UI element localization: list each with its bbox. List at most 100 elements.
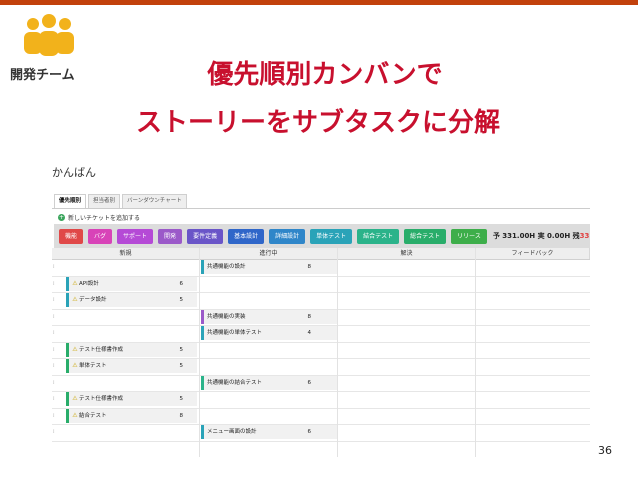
ticket-name: 共通機能の実装 — [207, 313, 246, 320]
ticket-name: 共通機能の設計 — [207, 264, 246, 270]
kanban-page-title: かんばん — [52, 166, 96, 179]
ticket-card[interactable]: ⚠ テスト仕様書作成 5 — [66, 342, 197, 357]
kanban-board: 新規 進行中 解決 フィードバック ⁞ 共通機能の設計 8 ⁞ ⚠ API設計 6 ⁞ ⚠ データ設計 5… — [52, 248, 590, 442]
board-row: ⁞ ⚠ データ設計 5 — [52, 293, 590, 310]
planned-hours: 予 331.00H — [492, 232, 536, 240]
filter-button[interactable]: リリース — [451, 228, 487, 244]
drag-handle-icon[interactable]: ⁞ — [53, 330, 55, 336]
filter-button[interactable]: 総合テスト — [404, 228, 447, 244]
ticket-name: 共通機能の単体テスト — [207, 330, 263, 336]
team-label: 開発チーム — [10, 68, 75, 83]
ticket-card[interactable]: 共通機能の実装 8 — [201, 309, 338, 324]
ticket-card[interactable]: ⚠ データ設計 5 — [66, 293, 197, 307]
ticket-points: 6 — [307, 429, 312, 435]
board-row: ⁞ ⚠ テスト仕様書作成 5 — [52, 392, 590, 409]
warning-icon: ⚠ — [72, 362, 78, 369]
board-rows: ⁞ 共通機能の設計 8 ⁞ ⚠ API設計 6 ⁞ ⚠ データ設計 5 ⁞ 共通機能の実装 8 ⁞ 共通機能の… — [52, 260, 590, 442]
actual-hours: 実 0.00H — [537, 232, 571, 240]
ticket-points: 5 — [179, 346, 184, 353]
add-ticket-link[interactable]: + 新しいチケットを追加する — [58, 213, 140, 222]
ticket-card[interactable]: ⚠ 単体テスト 5 — [66, 359, 197, 373]
board-row: ⁞ 共通機能の設計 8 — [52, 260, 590, 277]
drag-handle-icon[interactable]: ⁞ — [53, 281, 55, 287]
drag-handle-icon[interactable]: ⁞ — [53, 297, 55, 303]
column-divider — [475, 248, 476, 457]
plus-icon: + — [58, 214, 65, 221]
ticket-card[interactable]: ⚠ テスト仕様書作成 5 — [66, 392, 197, 406]
ticket-points: 5 — [179, 297, 184, 303]
remaining-hours: 33 — [579, 232, 590, 240]
filter-button[interactable]: バグ — [88, 228, 113, 244]
ticket-points: 6 — [179, 280, 184, 287]
ticket-card[interactable]: 共通機能の結合テスト 6 — [201, 375, 338, 390]
ticket-name: テスト仕様書作成 — [79, 346, 124, 353]
warning-icon: ⚠ — [72, 411, 78, 419]
team-logo: 開発チーム — [10, 14, 90, 84]
kanban-screenshot: かんばん 優先順別 担当者別 バーンダウンチャート + 新しいチケットを追加する… — [52, 152, 590, 457]
hours-summary: 予 331.00H 実 0.00H 残33 — [493, 231, 590, 241]
ticket-points: 8 — [307, 264, 312, 270]
drag-handle-icon[interactable]: ⁞ — [53, 314, 55, 320]
ticket-name: データ設計 — [79, 297, 107, 303]
drag-handle-icon[interactable]: ⁞ — [53, 347, 55, 353]
slide-top-accent-bar — [0, 0, 638, 5]
ticket-points: 8 — [307, 313, 312, 320]
filter-button[interactable]: 結合テスト — [357, 228, 400, 244]
filter-button[interactable]: 基本設計 — [228, 228, 265, 244]
ticket-name: API設計 — [79, 280, 99, 287]
drag-handle-icon[interactable]: ⁞ — [53, 264, 55, 270]
tracker-filter-toolbar: 機能 バグ サポート 開発 要件定義 基本設計 詳細設計 単体テスト 結合テスト 総合テスト リリー… — [54, 224, 590, 248]
slide-title-line1: 優先順別カンバンで — [207, 60, 443, 90]
tab-burndown[interactable]: バーンダウンチャート — [122, 194, 187, 208]
board-row: ⁞ ⚠ 単体テスト 5 — [52, 359, 590, 376]
remaining-label: 残 — [572, 232, 580, 240]
ticket-points: 6 — [307, 379, 312, 386]
column-header: 新規 — [52, 248, 200, 259]
column-header: 解決 — [338, 248, 476, 259]
board-row: ⁞ ⚠ API設計 6 — [52, 276, 590, 293]
drag-handle-icon[interactable]: ⁞ — [53, 429, 55, 435]
column-headers: 新規 進行中 解決 フィードバック — [52, 248, 590, 260]
ticket-points: 8 — [179, 412, 184, 419]
board-row: ⁞ メニュー画面の設計 6 — [52, 425, 590, 442]
filter-button[interactable]: 機能 — [59, 228, 84, 244]
ticket-card[interactable]: 共通機能の設計 8 — [201, 260, 338, 274]
filter-button[interactable]: 詳細設計 — [269, 228, 306, 244]
drag-handle-icon[interactable]: ⁞ — [53, 363, 55, 369]
board-row: ⁞ 共通機能の結合テスト 6 — [52, 375, 590, 392]
ticket-points: 5 — [179, 363, 184, 369]
board-row: ⁞ ⚠ 結合テスト 8 — [52, 408, 590, 425]
board-row: ⁞ ⚠ テスト仕様書作成 5 — [52, 342, 590, 359]
column-divider — [199, 248, 200, 457]
tab-divider — [52, 208, 590, 209]
filter-button[interactable]: サポート — [117, 228, 154, 244]
warning-icon: ⚠ — [72, 345, 78, 353]
drag-handle-icon[interactable]: ⁞ — [53, 413, 55, 419]
ticket-points: 4 — [307, 330, 312, 336]
slide-title-line2: ストーリーをサブタスクに分解 — [135, 108, 500, 138]
filter-button[interactable]: 要件定義 — [187, 228, 224, 244]
drag-handle-icon[interactable]: ⁞ — [53, 380, 55, 386]
warning-icon: ⚠ — [72, 279, 78, 287]
column-header: フィードバック — [476, 248, 590, 259]
board-row: ⁞ 共通機能の単体テスト 4 — [52, 326, 590, 343]
ticket-card[interactable]: 共通機能の単体テスト 4 — [201, 326, 338, 340]
filter-button[interactable]: 単体テスト — [310, 228, 353, 244]
warning-icon: ⚠ — [72, 296, 78, 303]
tab-priority[interactable]: 優先順別 — [54, 194, 87, 208]
team-people-icon — [24, 14, 74, 56]
ticket-card[interactable]: メニュー画面の設計 6 — [201, 425, 338, 439]
tab-assignee[interactable]: 担当者別 — [88, 194, 121, 208]
ticket-name: 結合テスト — [79, 412, 107, 419]
ticket-card[interactable]: ⚠ API設計 6 — [66, 276, 197, 291]
add-ticket-label: 新しいチケットを追加する — [68, 215, 141, 222]
ticket-name: テスト仕様書作成 — [79, 396, 124, 402]
drag-handle-icon[interactable]: ⁞ — [53, 396, 55, 402]
view-tabs: 優先順別 担当者別 バーンダウンチャート — [54, 194, 187, 208]
ticket-name: 単体テスト — [79, 363, 107, 369]
ticket-points: 5 — [179, 396, 184, 402]
ticket-card[interactable]: ⚠ 結合テスト 8 — [66, 408, 197, 423]
warning-icon: ⚠ — [72, 395, 78, 402]
filter-button[interactable]: 開発 — [158, 228, 183, 244]
board-row: ⁞ 共通機能の実装 8 — [52, 309, 590, 326]
